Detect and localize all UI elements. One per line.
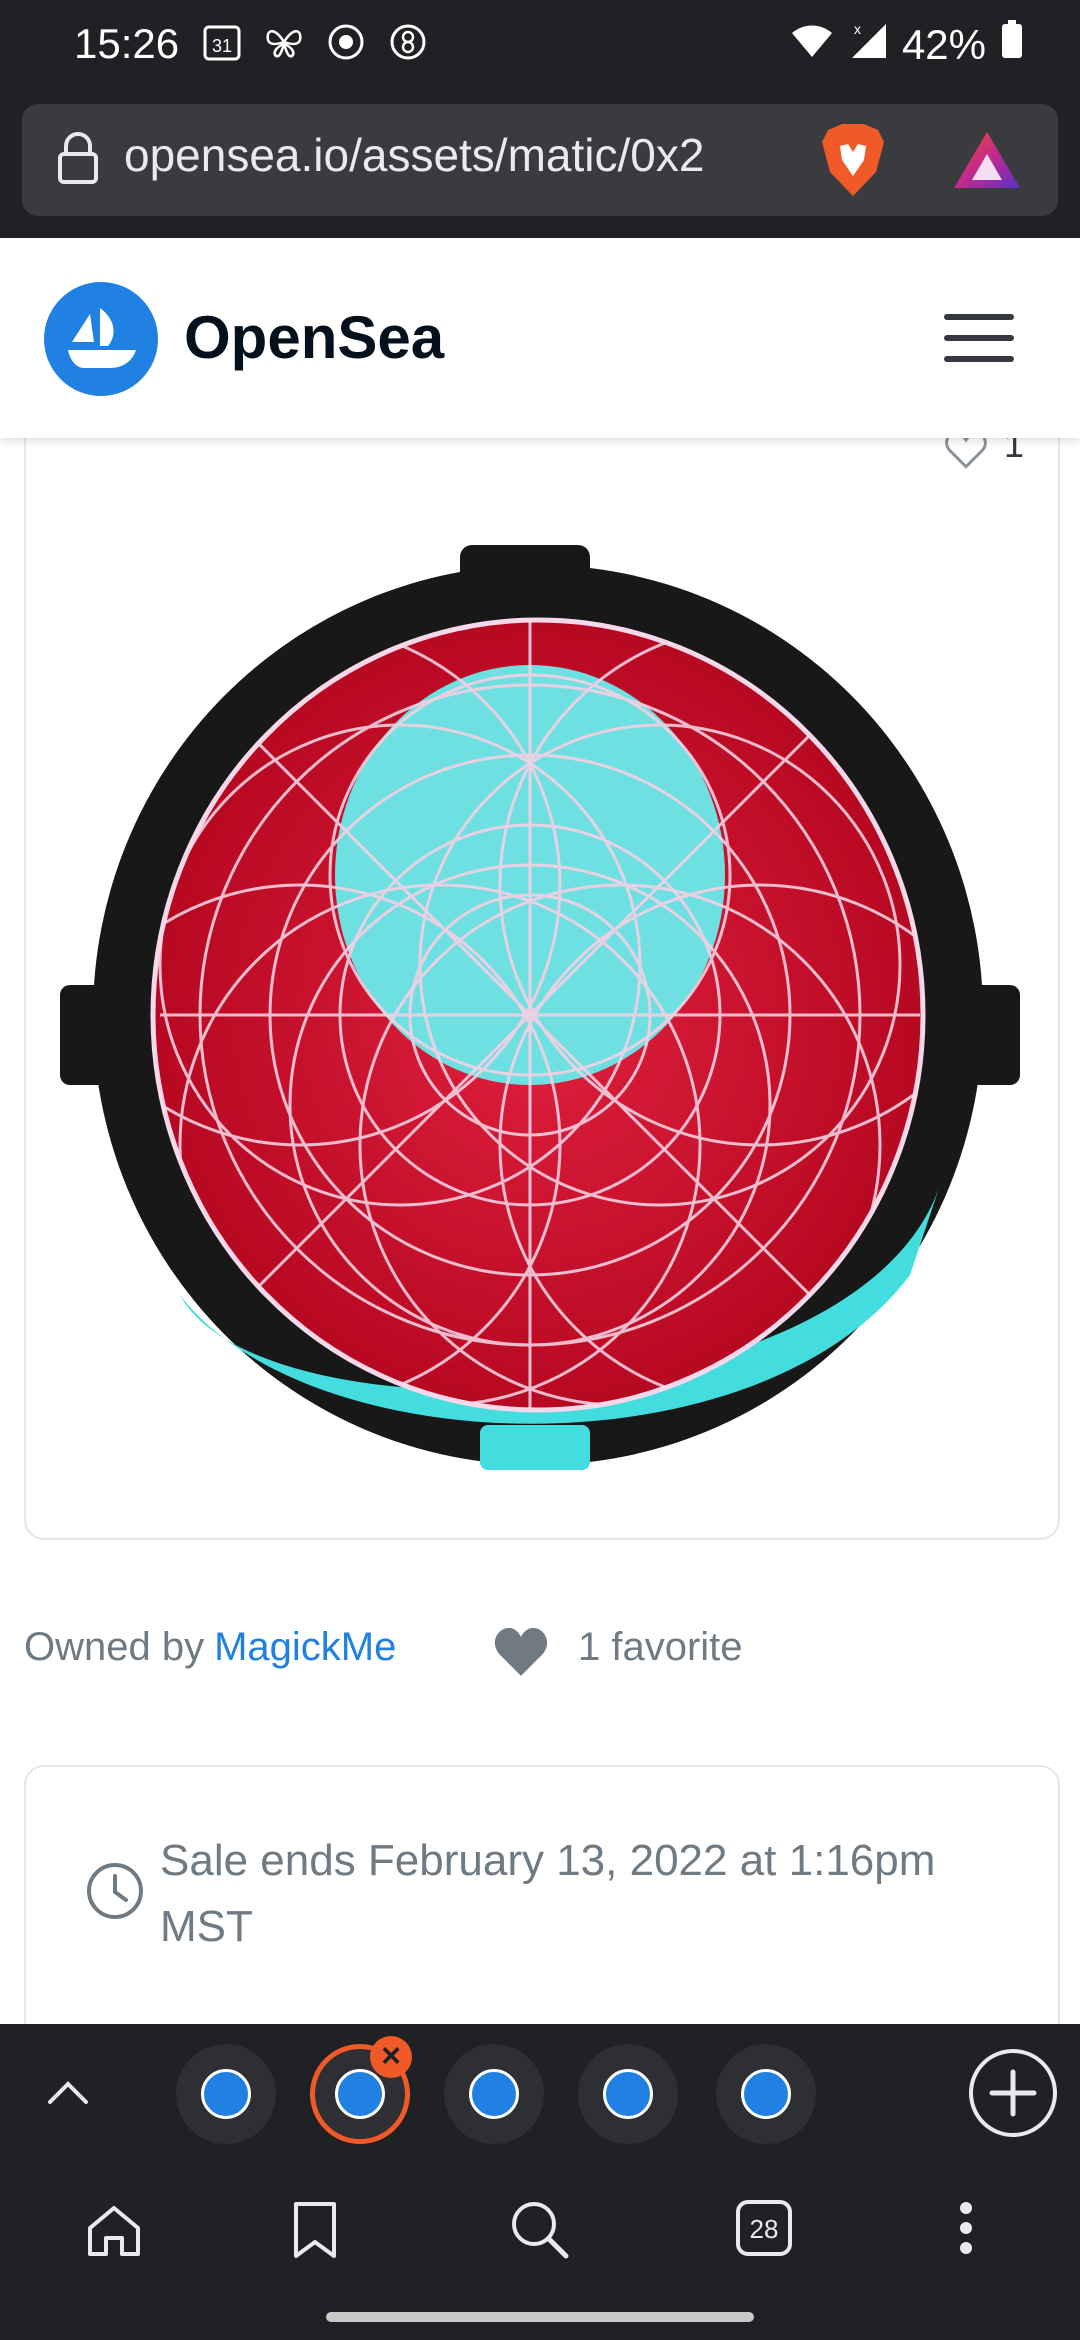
tab-4[interactable]: [578, 2044, 678, 2144]
bookmark-icon[interactable]: [292, 2200, 338, 2265]
tab-5[interactable]: [716, 2044, 816, 2144]
calendar-day: 31: [212, 36, 232, 56]
add-tab-icon[interactable]: [968, 2048, 1058, 2143]
close-tab-icon[interactable]: ×: [370, 2036, 412, 2078]
brave-lion-icon[interactable]: [822, 124, 884, 201]
tab-1[interactable]: [176, 2044, 276, 2144]
gesture-bar: [326, 2312, 754, 2322]
clock-icon: [86, 1862, 144, 1925]
signal-icon: x: [848, 20, 888, 70]
battery-icon: [1000, 20, 1024, 70]
opensea-favicon-icon: [335, 2069, 385, 2119]
sale-end-text: Sale ends February 13, 2022 at 1:16pm MS…: [160, 1836, 936, 1951]
favorites-count[interactable]: 1 favorite: [578, 1625, 743, 1670]
artwork-image[interactable]: [60, 545, 1020, 1490]
status-icons-right: x 42%: [790, 20, 1024, 70]
vpn-icon: [388, 22, 428, 62]
more-icon[interactable]: [958, 2198, 974, 2263]
owner-link[interactable]: MagickMe: [214, 1625, 396, 1670]
status-bar: 15:26 31 x 42%: [0, 0, 1080, 98]
opensea-logo-icon[interactable]: [44, 282, 158, 401]
search-icon[interactable]: [508, 2198, 572, 2267]
butterfly-icon: [264, 22, 304, 62]
hamburger-menu-icon[interactable]: [944, 312, 1014, 369]
site-header: [0, 238, 1080, 438]
brand-name[interactable]: OpenSea: [184, 303, 444, 372]
record-icon: [326, 22, 366, 62]
svg-text:x: x: [854, 21, 861, 37]
owner-label: Owned by: [24, 1625, 205, 1669]
url-text[interactable]: opensea.io/assets/matic/0x2: [124, 128, 794, 182]
home-icon[interactable]: [84, 2200, 144, 2265]
opensea-favicon-icon: [201, 2069, 251, 2119]
heart-filled-icon: [492, 1626, 550, 1683]
opensea-favicon-icon: [469, 2069, 519, 2119]
status-time: 15:26: [74, 20, 180, 67]
status-icons-left: 31: [202, 22, 428, 62]
calendar-icon: 31: [202, 22, 242, 62]
tabs-icon[interactable]: 28: [734, 2198, 794, 2263]
tabs-count: 28: [750, 2214, 779, 2244]
battery-percent: 42%: [901, 21, 986, 68]
tab-3[interactable]: [444, 2044, 544, 2144]
brave-rewards-icon[interactable]: [952, 130, 1022, 195]
lock-icon[interactable]: [56, 132, 100, 189]
chevron-up-icon[interactable]: [44, 2070, 92, 2123]
owner-row: Owned by MagickMe: [24, 1625, 396, 1670]
opensea-favicon-icon: [741, 2069, 791, 2119]
opensea-favicon-icon: [603, 2069, 653, 2119]
wifi-icon: [790, 21, 834, 69]
